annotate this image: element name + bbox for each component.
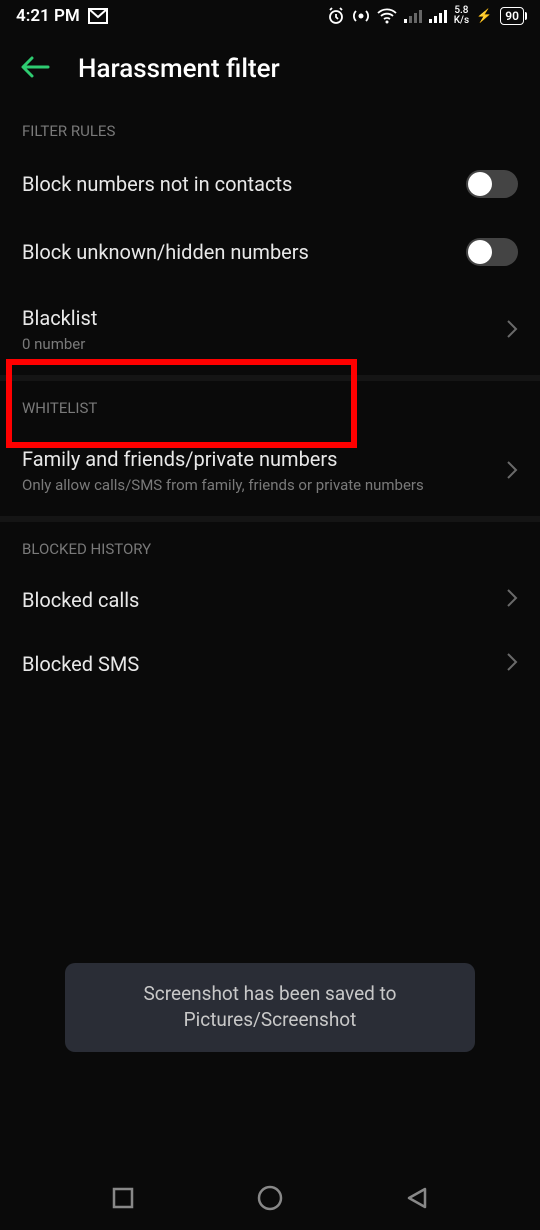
nav-home-icon[interactable]: [257, 1185, 283, 1215]
wifi-icon: [377, 8, 397, 24]
row-blocked-calls[interactable]: Blocked calls: [0, 568, 540, 632]
row-blocked-sms[interactable]: Blocked SMS: [0, 632, 540, 696]
row-block-unknown[interactable]: Block unknown/hidden numbers: [0, 218, 540, 286]
section-blocked-history: Blocked History: [0, 522, 540, 568]
row-title: Blocked calls: [22, 588, 494, 612]
toast-notification: Screenshot has been saved to Pictures/Sc…: [65, 963, 475, 1052]
alarm-icon: [327, 7, 345, 25]
hotspot-icon: [352, 7, 370, 25]
row-title: Blacklist: [22, 306, 494, 330]
row-blacklist[interactable]: Blacklist 0 number: [0, 286, 540, 375]
nav-back-icon[interactable]: [405, 1186, 429, 1214]
page-title: Harassment filter: [78, 54, 280, 84]
signal-2-icon: [429, 9, 447, 23]
status-bar: 4:21 PM 5.8 K/s ⚡ 90: [0, 0, 540, 30]
row-title: Family and friends/private numbers: [22, 447, 494, 471]
row-title: Blocked SMS: [22, 652, 494, 676]
row-family-friends[interactable]: Family and friends/private numbers Only …: [0, 427, 540, 516]
section-whitelist: Whitelist: [0, 381, 540, 427]
toggle-block-not-contacts[interactable]: [466, 170, 518, 198]
row-block-not-contacts[interactable]: Block numbers not in contacts: [0, 150, 540, 218]
status-time: 4:21 PM: [16, 6, 80, 26]
row-title: Block numbers not in contacts: [22, 172, 466, 196]
row-title: Block unknown/hidden numbers: [22, 240, 466, 264]
row-subtitle: 0 number: [22, 334, 494, 355]
chevron-right-icon: [506, 588, 518, 612]
chevron-right-icon: [506, 319, 518, 343]
charging-icon: ⚡: [476, 9, 492, 24]
network-speed: 5.8 K/s: [454, 6, 469, 26]
chevron-right-icon: [506, 460, 518, 484]
mail-icon: [88, 8, 108, 24]
battery-indicator: 90: [500, 7, 524, 25]
section-filter-rules: Filter Rules: [0, 104, 540, 150]
back-arrow-icon[interactable]: [20, 55, 50, 83]
toggle-block-unknown[interactable]: [466, 238, 518, 266]
nav-recents-icon[interactable]: [111, 1186, 135, 1214]
chevron-right-icon: [506, 652, 518, 676]
app-header: Harassment filter: [0, 30, 540, 104]
signal-1-icon: [404, 9, 422, 23]
row-subtitle: Only allow calls/SMS from family, friend…: [22, 475, 494, 496]
navigation-bar: [0, 1170, 540, 1230]
